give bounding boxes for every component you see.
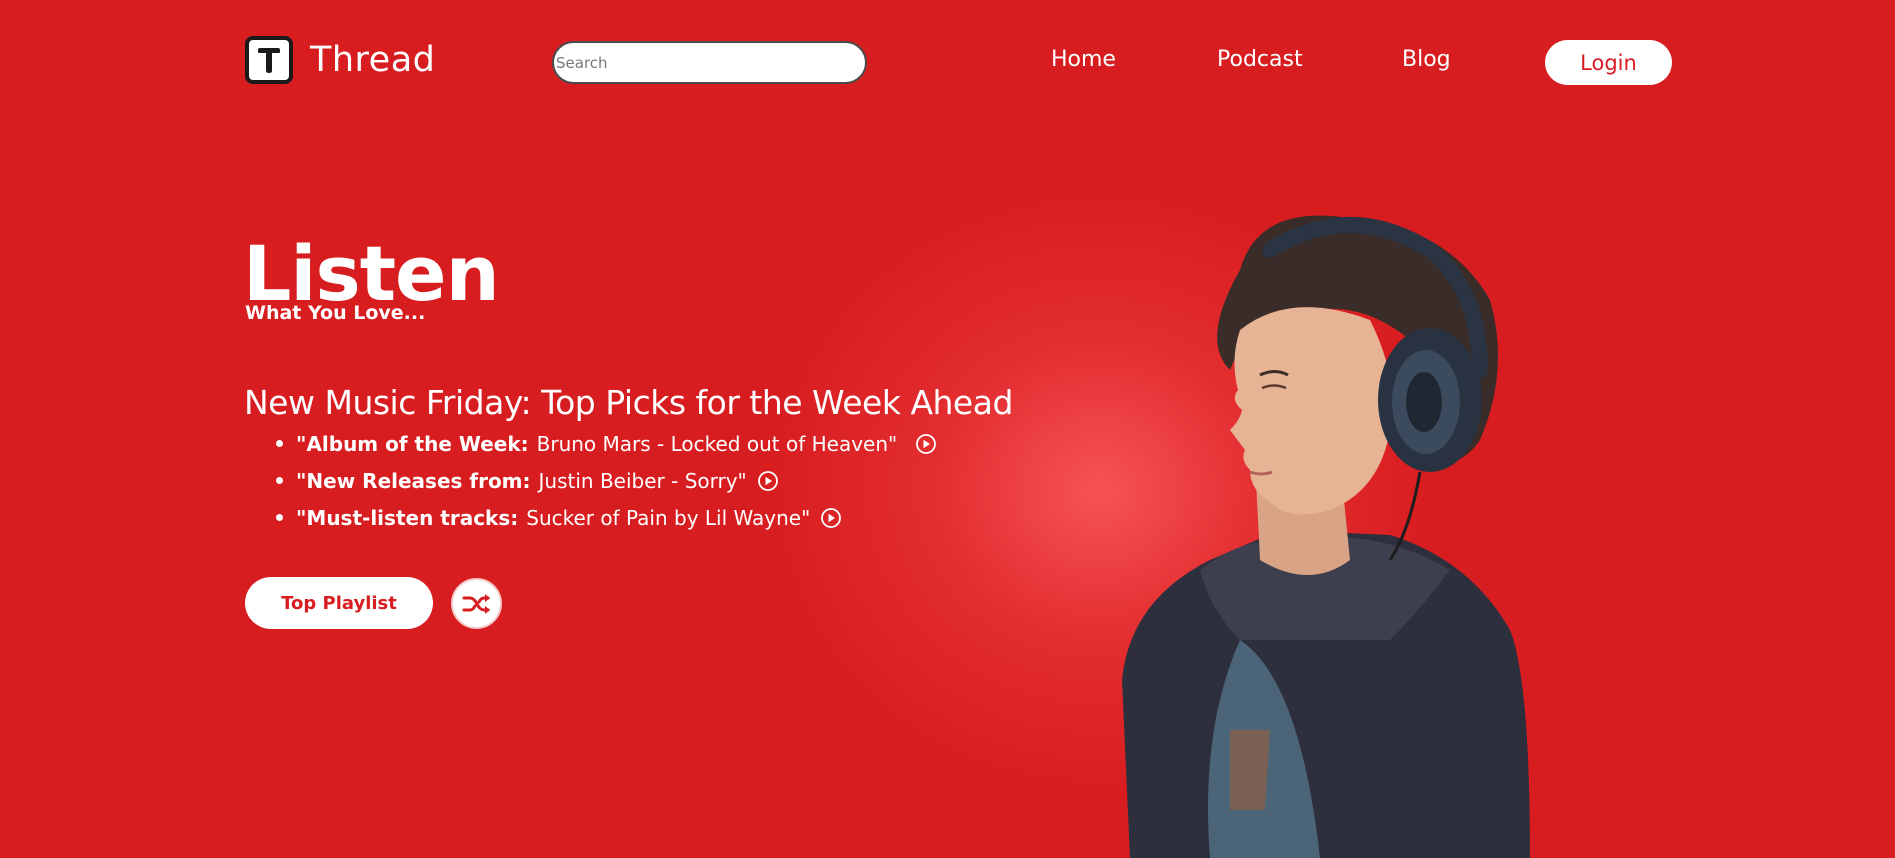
pick-text: Bruno Mars - Locked out of Heaven": [536, 431, 898, 456]
pick-label: "Album of the Week:: [296, 431, 529, 456]
nav-podcast[interactable]: Podcast: [1217, 47, 1303, 72]
pick-text: Justin Beiber - Sorry": [538, 468, 747, 493]
play-circle-icon[interactable]: [915, 433, 937, 455]
hero-subtitle: What You Love...: [245, 302, 426, 324]
shuffle-button[interactable]: [451, 578, 502, 629]
play-circle-icon[interactable]: [757, 470, 779, 492]
brand-logo[interactable]: Thread: [245, 36, 435, 84]
pick-text: Sucker of Pain by Lil Wayne": [526, 505, 811, 530]
pick-label: "Must-listen tracks:: [296, 505, 519, 530]
list-item: "New Releases from: Justin Beiber - Sorr…: [276, 462, 937, 499]
picks-list: "Album of the Week: Bruno Mars - Locked …: [276, 425, 937, 536]
pick-label: "New Releases from:: [296, 468, 531, 493]
list-item: "Must-listen tracks: Sucker of Pain by L…: [276, 499, 937, 536]
search-input[interactable]: [552, 41, 867, 84]
headline: New Music Friday: Top Picks for the Week…: [244, 383, 1013, 422]
shuffle-icon: [462, 593, 490, 614]
top-playlist-button[interactable]: Top Playlist: [245, 577, 433, 629]
hero-title: Listen: [243, 229, 500, 318]
login-button[interactable]: Login: [1545, 40, 1672, 85]
brand-name: Thread: [310, 40, 436, 80]
logo-icon: [245, 36, 293, 84]
play-circle-icon[interactable]: [820, 507, 842, 529]
nav-blog[interactable]: Blog: [1402, 47, 1451, 72]
list-item: "Album of the Week: Bruno Mars - Locked …: [276, 425, 937, 462]
woman-with-headphones-illustration: [1122, 215, 1530, 858]
nav-home[interactable]: Home: [1051, 47, 1116, 72]
